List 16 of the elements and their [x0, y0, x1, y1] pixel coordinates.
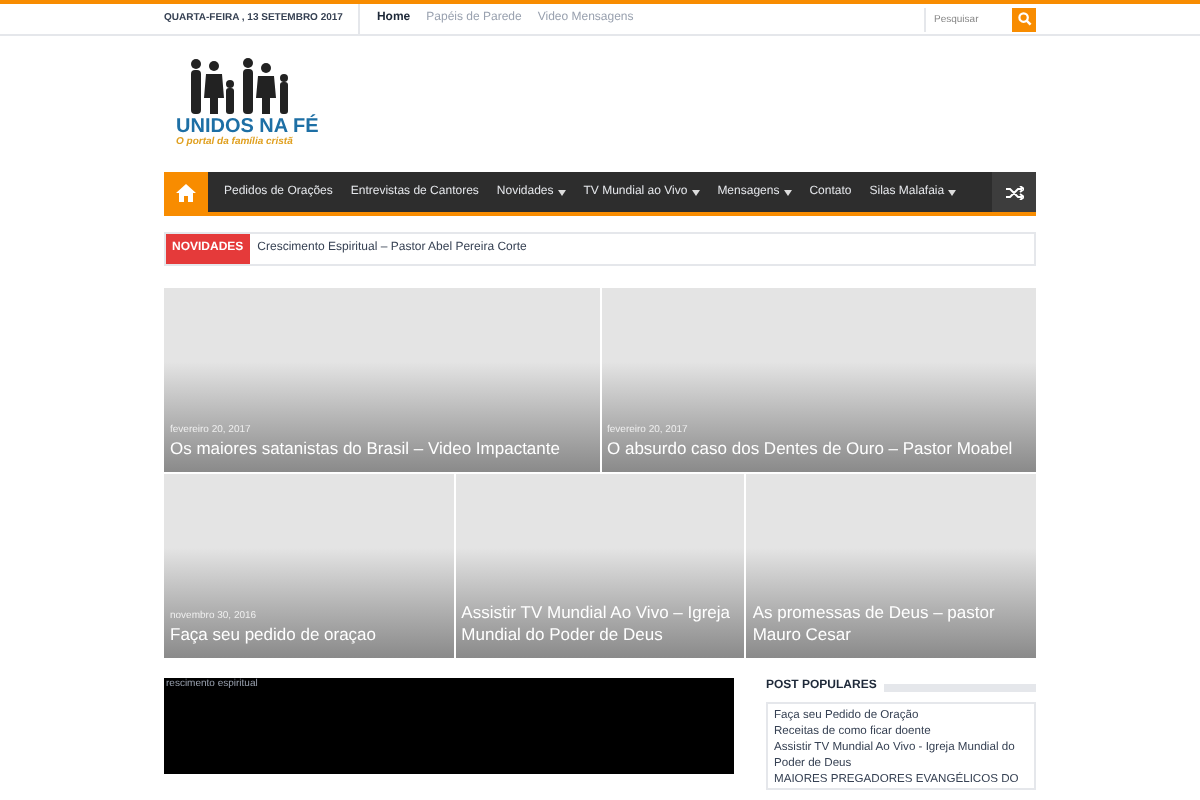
home-icon: [176, 183, 196, 201]
caret-icon: [948, 189, 957, 195]
article-title: O absurdo caso dos Dentes de Ouro – Pastor Moabel: [607, 438, 1015, 460]
search-button[interactable]: [1012, 7, 1036, 31]
article-title: Os maiores satanistas do Brasil – Video Impactante: [170, 438, 562, 460]
article-title: Assistir TV Mundial Ao Vivo – Igreja Mundial do Poder de Deus: [461, 602, 733, 646]
caret-icon: [783, 189, 792, 195]
article-title: As promessas de Deus – pastor Mauro Cesar: [752, 602, 997, 646]
shuffle-button[interactable]: [992, 172, 1036, 212]
article-title: Faça seu pedido de oraçao: [170, 624, 379, 646]
caret-icon: [557, 189, 566, 195]
caret-icon: [691, 189, 700, 195]
shuffle-icon: [1005, 185, 1023, 199]
home-button[interactable]: [164, 172, 208, 212]
search-icon: [1017, 12, 1031, 26]
logo-title: UNIDOS NA FÉ: [176, 117, 321, 137]
